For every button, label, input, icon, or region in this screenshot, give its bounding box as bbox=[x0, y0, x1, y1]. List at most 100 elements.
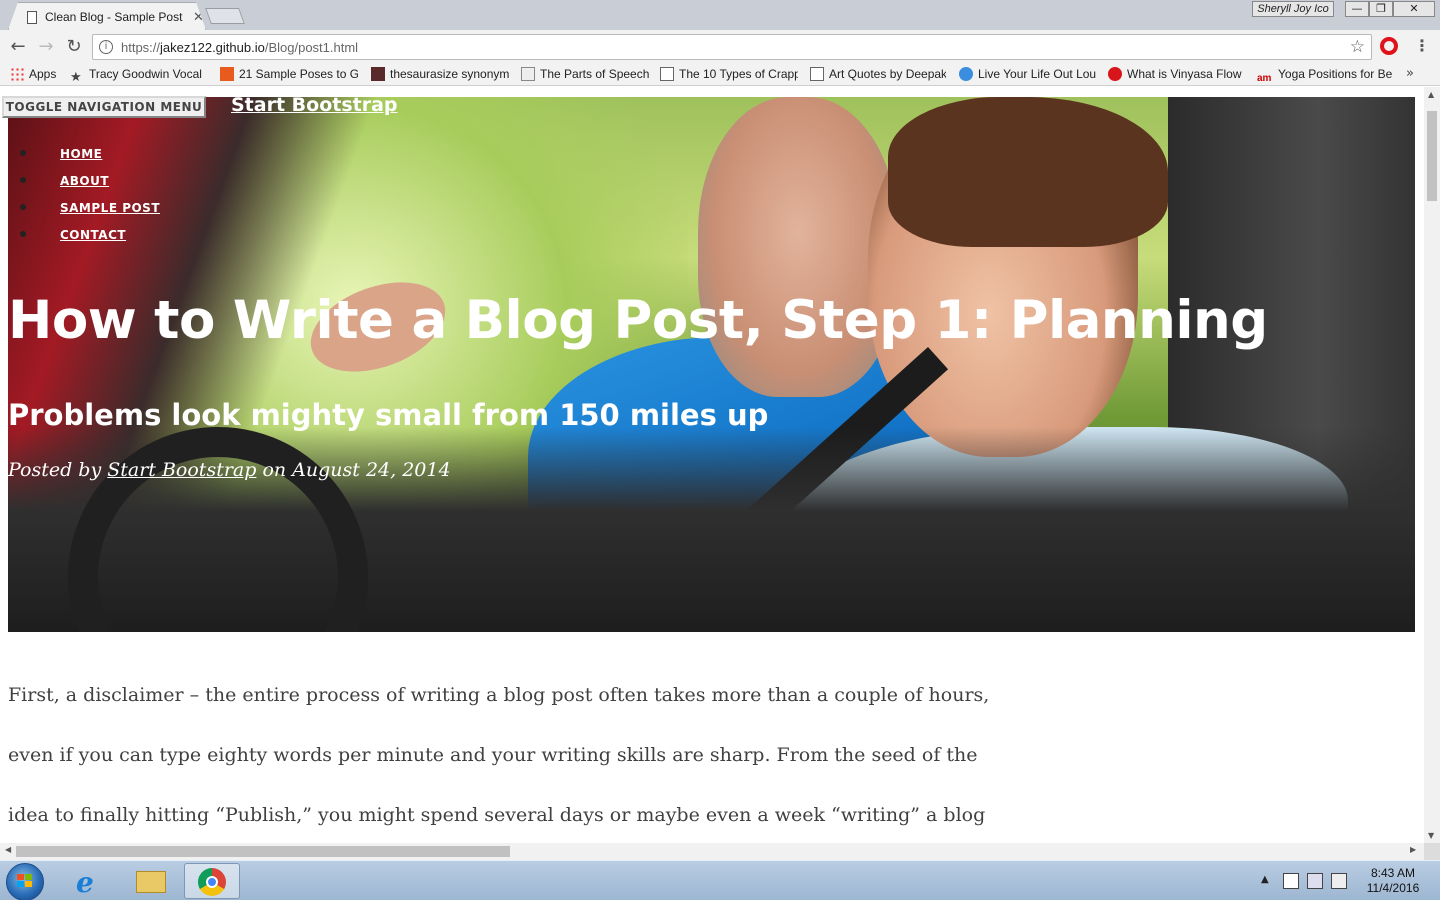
new-tab-button[interactable] bbox=[205, 8, 245, 24]
close-window-button[interactable]: ✕ bbox=[1393, 1, 1435, 17]
bookmark-item[interactable]: Live Your Life Out Lou bbox=[959, 67, 1097, 83]
profile-button[interactable]: Sheryll Joy Ico bbox=[1252, 1, 1334, 17]
address-bar[interactable]: i https://jakez122.github.io/Blog/post1.… bbox=[92, 34, 1372, 60]
page-icon bbox=[27, 11, 37, 24]
bookmark-label: Art Quotes by Deepak bbox=[829, 67, 946, 81]
action-center-flag-icon[interactable] bbox=[1283, 873, 1299, 889]
tab-title: Clean Blog - Sample Post bbox=[45, 10, 183, 24]
internet-explorer-taskbar-button[interactable]: e bbox=[62, 863, 118, 899]
bookmark-item[interactable]: Art Quotes by Deepak bbox=[810, 67, 946, 83]
brand-link[interactable]: Start Bootstrap bbox=[231, 94, 398, 116]
toggle-navigation-button[interactable]: TOGGLE NAVIGATION MENU bbox=[2, 96, 206, 118]
meta-date: on August 24, 2014 bbox=[256, 459, 451, 481]
bookmark-label: 21 Sample Poses to G bbox=[239, 67, 358, 81]
star-icon: ★ bbox=[70, 69, 82, 83]
internet-explorer-icon: e bbox=[76, 866, 94, 899]
scroll-corner bbox=[1424, 843, 1440, 860]
browser-tab[interactable]: Clean Blog - Sample Post ✕ bbox=[8, 2, 206, 30]
bookmark-label: thesaurasize synonym bbox=[390, 67, 509, 81]
meta-prefix: Posted by bbox=[8, 459, 108, 481]
network-icon[interactable] bbox=[1307, 873, 1323, 889]
nav-link-about[interactable]: ABOUT bbox=[60, 174, 109, 188]
site-icon bbox=[371, 67, 385, 81]
system-clock[interactable]: 8:43 AM 11/4/2016 bbox=[1358, 866, 1428, 896]
browser-toolbar: ← → ↻ i https://jakez122.github.io/Blog/… bbox=[0, 30, 1440, 64]
reload-icon[interactable]: ↻ bbox=[63, 36, 85, 58]
header-image bbox=[8, 97, 1415, 632]
chrome-menu-icon[interactable]: ⋮ bbox=[1414, 36, 1430, 55]
bookmark-label: Apps bbox=[29, 67, 57, 81]
site-icon bbox=[959, 67, 973, 81]
chrome-icon bbox=[198, 868, 226, 896]
show-hidden-icons-icon[interactable]: ▲ bbox=[1261, 874, 1269, 885]
bookmark-item[interactable]: thesaurasize synonym bbox=[371, 67, 509, 83]
post-subtitle: Problems look mighty small from 150 mile… bbox=[8, 398, 769, 432]
post-title: How to Write a Blog Post, Step 1: Planni… bbox=[8, 290, 1268, 351]
bookmark-label: The 10 Types of Crapp bbox=[679, 67, 798, 81]
scroll-up-icon[interactable]: ▲ bbox=[1428, 90, 1434, 99]
windows-logo-icon bbox=[17, 874, 33, 888]
bookmarks-bar: Apps ★ Tracy Goodwin Vocal 21 Sample Pose… bbox=[0, 64, 1440, 86]
bookmark-item[interactable]: ★ Tracy Goodwin Vocal bbox=[70, 67, 206, 83]
volume-icon[interactable] bbox=[1331, 873, 1347, 889]
clock-date: 11/4/2016 bbox=[1366, 881, 1420, 895]
vertical-scroll-thumb[interactable] bbox=[1427, 111, 1437, 201]
url-host: jakez122.github.io bbox=[160, 40, 265, 55]
article-body: First, a disclaimer – the entire process… bbox=[8, 683, 990, 843]
vertical-scrollbar[interactable]: ▲ ▼ bbox=[1424, 87, 1440, 843]
folder-icon bbox=[136, 871, 166, 893]
info-icon[interactable]: i bbox=[99, 40, 113, 54]
author-link[interactable]: Start Bootstrap bbox=[107, 459, 256, 481]
tab-strip: Clean Blog - Sample Post ✕ Sheryll Joy I… bbox=[0, 0, 1440, 30]
site-icon bbox=[220, 67, 234, 81]
bookmark-item[interactable]: The 10 Types of Crapp bbox=[660, 67, 798, 83]
article-line: idea to finally hitting “Publish,” you m… bbox=[8, 804, 986, 826]
clock-time: 8:43 AM bbox=[1370, 866, 1416, 880]
nav-link-contact[interactable]: CONTACT bbox=[60, 228, 126, 242]
article-line: even if you can type eighty words per mi… bbox=[8, 744, 978, 766]
scroll-down-icon[interactable]: ▼ bbox=[1428, 831, 1434, 840]
apps-grid-icon bbox=[10, 67, 24, 81]
bullet-icon bbox=[20, 150, 26, 156]
nav-link-home[interactable]: HOME bbox=[60, 147, 102, 161]
horizontal-scrollbar[interactable]: ◀ ▶ bbox=[0, 843, 1424, 860]
bullet-icon bbox=[20, 177, 26, 183]
page-icon bbox=[810, 67, 824, 81]
bookmark-item[interactable]: What is Vinyasa Flow bbox=[1108, 67, 1244, 83]
url-text[interactable]: https://jakez122.github.io/Blog/post1.ht… bbox=[121, 40, 358, 55]
bookmark-label: Yoga Positions for Be bbox=[1278, 67, 1393, 81]
tab-close-icon[interactable]: ✕ bbox=[193, 10, 204, 25]
bullet-icon bbox=[20, 204, 26, 210]
horizontal-scroll-thumb[interactable] bbox=[16, 846, 510, 857]
bullet-icon bbox=[20, 231, 26, 237]
bookmark-item[interactable]: am Yoga Positions for Be bbox=[1257, 67, 1397, 83]
bookmark-item[interactable]: 21 Sample Poses to G bbox=[220, 67, 358, 83]
chrome-taskbar-button[interactable] bbox=[184, 863, 240, 899]
bookmark-apps[interactable]: Apps bbox=[10, 67, 64, 83]
opera-extension-icon[interactable] bbox=[1380, 37, 1398, 55]
site-icon: am bbox=[1257, 73, 1272, 83]
nav-link-sample-post[interactable]: SAMPLE POST bbox=[60, 201, 160, 215]
site-icon bbox=[521, 67, 535, 81]
url-path: /Blog/post1.html bbox=[264, 40, 359, 55]
post-meta: Posted by Start Bootstrap on August 24, … bbox=[8, 459, 451, 481]
site-icon bbox=[1108, 67, 1122, 81]
bookmark-item[interactable]: The Parts of Speech bbox=[521, 67, 651, 83]
forward-arrow-icon[interactable]: → bbox=[35, 36, 57, 58]
back-arrow-icon[interactable]: ← bbox=[7, 36, 29, 58]
maximize-button[interactable]: ❐ bbox=[1369, 1, 1393, 17]
bookmark-label: The Parts of Speech bbox=[540, 67, 650, 81]
more-bookmarks-icon[interactable]: » bbox=[1406, 66, 1414, 81]
bookmark-label: What is Vinyasa Flow bbox=[1127, 67, 1242, 81]
bookmark-label: Tracy Goodwin Vocal bbox=[89, 67, 202, 81]
page-icon bbox=[660, 67, 674, 81]
bookmark-star-icon[interactable]: ☆ bbox=[1350, 37, 1365, 57]
scroll-left-icon[interactable]: ◀ bbox=[5, 845, 11, 854]
url-prefix: https:// bbox=[121, 40, 161, 55]
file-explorer-taskbar-button[interactable] bbox=[124, 863, 180, 899]
article-line: First, a disclaimer – the entire process… bbox=[8, 684, 990, 706]
page-viewport: TOGGLE NAVIGATION MENU Start Bootstrap H… bbox=[0, 87, 1424, 843]
scroll-right-icon[interactable]: ▶ bbox=[1410, 845, 1416, 854]
minimize-button[interactable]: — bbox=[1345, 1, 1369, 17]
bookmark-label: Live Your Life Out Lou bbox=[978, 67, 1097, 81]
